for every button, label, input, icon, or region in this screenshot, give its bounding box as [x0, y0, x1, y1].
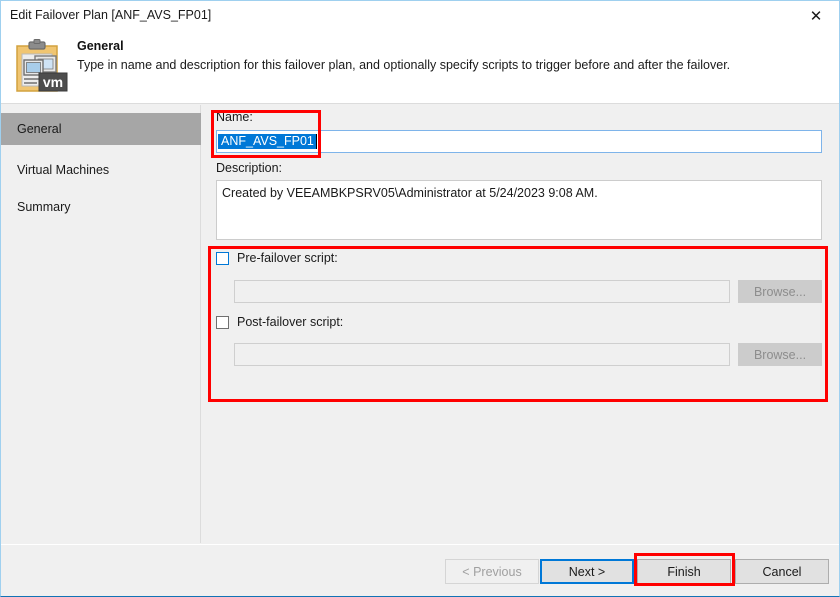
general-step-content: Name: ANF_AVS_FP01 Description: Created …	[202, 105, 839, 543]
wizard-sidebar: General Virtual Machines Summary	[1, 105, 201, 543]
sidebar-item-label: Summary	[17, 200, 71, 214]
cancel-button[interactable]: Cancel	[735, 559, 829, 584]
text-caret	[315, 134, 317, 149]
sidebar-item-virtual-machines[interactable]: Virtual Machines	[1, 154, 201, 186]
header-title: General	[77, 39, 124, 53]
name-input-value: ANF_AVS_FP01	[218, 133, 316, 150]
post-failover-script-row[interactable]: Post-failover script:	[216, 315, 343, 329]
svg-text:vm: vm	[43, 74, 63, 90]
name-input[interactable]: ANF_AVS_FP01	[216, 130, 822, 153]
failover-plan-icon: vm	[13, 39, 69, 95]
pre-failover-script-input	[234, 280, 730, 303]
description-value: Created by VEEAMBKPSRV05\Administrator a…	[222, 186, 598, 200]
pre-failover-script-checkbox[interactable]	[216, 251, 229, 265]
title-bar: Edit Failover Plan [ANF_AVS_FP01] ✕	[1, 1, 839, 31]
window-title: Edit Failover Plan [ANF_AVS_FP01]	[10, 8, 212, 22]
post-failover-script-label: Post-failover script:	[237, 315, 344, 329]
post-failover-script-checkbox[interactable]	[216, 315, 229, 329]
post-failover-script-input	[234, 343, 730, 366]
description-textarea[interactable]: Created by VEEAMBKPSRV05\Administrator a…	[216, 180, 822, 240]
pre-failover-script-label: Pre-failover script:	[237, 251, 338, 265]
description-label: Description:	[216, 161, 282, 175]
sidebar-item-label: Virtual Machines	[17, 163, 110, 177]
finish-button[interactable]: Finish	[637, 559, 731, 584]
dialog-header: vm General Type in name and description …	[1, 31, 839, 104]
next-button[interactable]: Next >	[540, 559, 634, 584]
header-description: Type in name and description for this fa…	[77, 58, 731, 72]
sidebar-item-label: General	[17, 122, 62, 136]
pre-failover-browse-button: Browse...	[738, 280, 822, 303]
dialog-footer: < Previous Next > Finish Cancel	[1, 544, 839, 596]
pre-failover-script-row[interactable]: Pre-failover script:	[216, 251, 338, 265]
post-failover-browse-button: Browse...	[738, 343, 822, 366]
sidebar-item-general[interactable]: General	[1, 113, 201, 145]
name-label: Name:	[216, 110, 253, 124]
sidebar-item-summary[interactable]: Summary	[1, 191, 201, 223]
previous-button: < Previous	[445, 559, 539, 584]
close-icon[interactable]: ✕	[793, 1, 839, 31]
edit-failover-plan-dialog: Edit Failover Plan [ANF_AVS_FP01] ✕ vm G…	[0, 0, 840, 597]
